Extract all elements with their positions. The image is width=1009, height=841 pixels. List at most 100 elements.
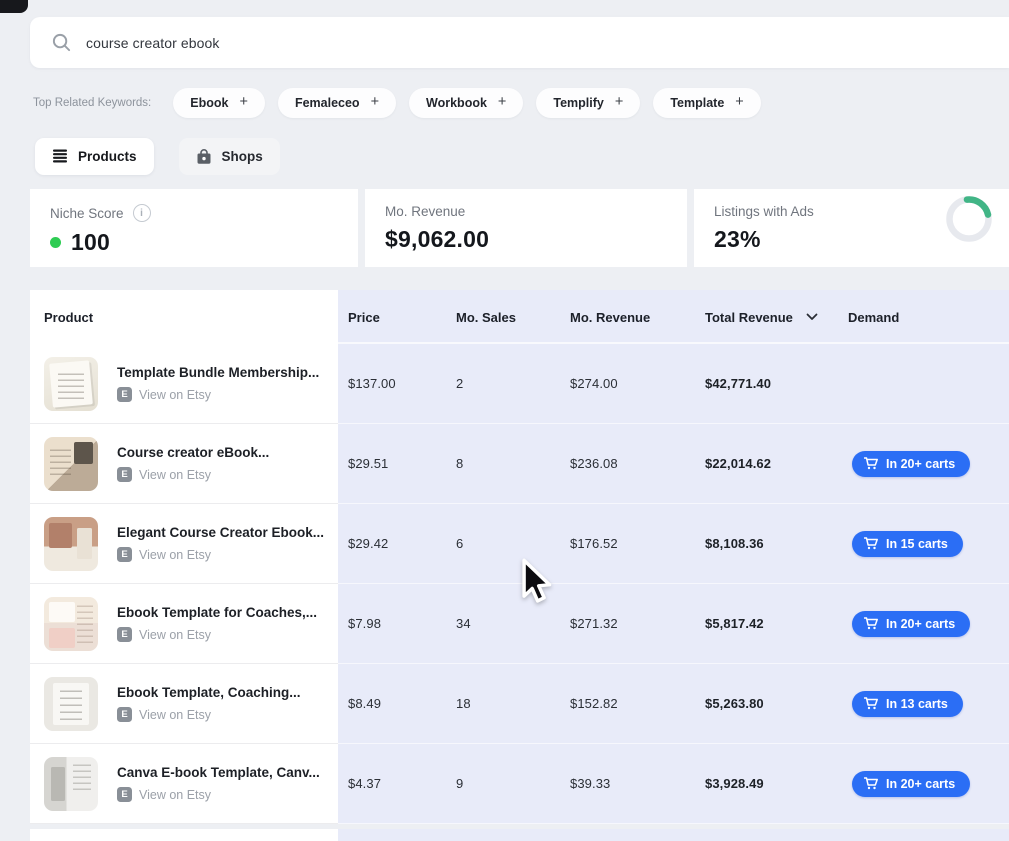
keyword-chip[interactable]: Femaleceo + bbox=[278, 88, 396, 118]
window-corner-fragment bbox=[0, 0, 28, 13]
view-on-etsy-label: View on Etsy bbox=[139, 468, 211, 482]
table-row[interactable]: Canva E-book Template, Canv... E View on… bbox=[30, 744, 1009, 824]
niche-score-card: Niche Score i 100 bbox=[30, 189, 358, 267]
product-thumbnail[interactable] bbox=[44, 517, 98, 571]
view-on-etsy-label: View on Etsy bbox=[139, 548, 211, 562]
table-row[interactable]: Elegant Course Creator Ebook... E View o… bbox=[30, 504, 1009, 584]
table-header: Product Price Mo. Sales Mo. Revenue Tota… bbox=[30, 290, 1009, 344]
view-on-etsy-label: View on Etsy bbox=[139, 628, 211, 642]
etsy-icon: E bbox=[117, 547, 132, 562]
mo-revenue-cell: $152.82 bbox=[560, 664, 695, 744]
header-mo-sales[interactable]: Mo. Sales bbox=[446, 290, 560, 344]
table-row[interactable]: Ebook Template, Coaching... E View on Et… bbox=[30, 664, 1009, 744]
demand-badge[interactable]: In 20+ carts bbox=[852, 451, 970, 477]
shopping-bag-icon bbox=[196, 148, 212, 165]
header-price[interactable]: Price bbox=[338, 290, 446, 344]
tab-shops-label: Shops bbox=[222, 149, 263, 164]
sort-desc-icon[interactable] bbox=[806, 313, 818, 321]
product-title[interactable]: Course creator eBook... bbox=[117, 445, 269, 460]
product-cell: Template Bundle Membership... E View on … bbox=[30, 344, 338, 424]
header-product[interactable]: Product bbox=[30, 290, 338, 344]
view-on-etsy-link[interactable]: E View on Etsy bbox=[117, 467, 269, 482]
demand-badge[interactable]: In 20+ carts bbox=[852, 611, 970, 637]
tab-shops[interactable]: Shops bbox=[179, 138, 280, 175]
view-on-etsy-link[interactable]: E View on Etsy bbox=[117, 547, 324, 562]
add-keyword-icon[interactable]: + bbox=[735, 95, 743, 110]
keyword-chip[interactable]: Templify + bbox=[536, 88, 640, 118]
product-title[interactable]: Ebook Template, Coaching... bbox=[117, 685, 301, 700]
search-icon bbox=[51, 32, 72, 53]
keyword-chip[interactable]: Ebook + bbox=[173, 88, 265, 118]
product-title[interactable]: Canva E-book Template, Canv... bbox=[117, 765, 320, 780]
add-keyword-icon[interactable]: + bbox=[498, 95, 506, 110]
table-row[interactable]: Template Bundle Membership... E View on … bbox=[30, 344, 1009, 424]
demand-badge[interactable]: In 13 carts bbox=[852, 691, 963, 717]
etsy-icon: E bbox=[117, 707, 132, 722]
etsy-icon: E bbox=[117, 387, 132, 402]
price-cell: $137.00 bbox=[338, 344, 446, 424]
demand-badge[interactable]: In 20+ carts bbox=[852, 771, 970, 797]
demand-badge-label: In 20+ carts bbox=[886, 617, 955, 631]
mo-sales-cell: 9 bbox=[446, 744, 560, 824]
price-cell: $29.42 bbox=[338, 504, 446, 584]
keyword-chip-label: Femaleceo bbox=[295, 96, 360, 110]
table-row[interactable]: Course creator eBook... E View on Etsy $… bbox=[30, 424, 1009, 504]
niche-score-value: 100 bbox=[71, 229, 110, 256]
price-cell: $8.49 bbox=[338, 664, 446, 744]
product-thumbnail[interactable] bbox=[44, 677, 98, 731]
add-keyword-icon[interactable]: + bbox=[615, 95, 623, 110]
product-thumbnail[interactable] bbox=[44, 357, 98, 411]
view-on-etsy-label: View on Etsy bbox=[139, 708, 211, 722]
view-on-etsy-link[interactable]: E View on Etsy bbox=[117, 787, 320, 802]
mo-sales-cell: 6 bbox=[446, 504, 560, 584]
product-thumbnail[interactable] bbox=[44, 757, 98, 811]
cart-icon bbox=[864, 457, 878, 470]
products-table: Product Price Mo. Sales Mo. Revenue Tota… bbox=[30, 290, 1009, 837]
search-input[interactable]: course creator ebook bbox=[86, 35, 220, 51]
add-keyword-icon[interactable]: + bbox=[371, 95, 379, 110]
demand-badge[interactable]: In 15 carts bbox=[852, 531, 963, 557]
mo-sales-cell: 2 bbox=[446, 344, 560, 424]
info-icon[interactable]: i bbox=[133, 204, 151, 222]
etsy-icon: E bbox=[117, 467, 132, 482]
product-title[interactable]: Template Bundle Membership... bbox=[117, 365, 319, 380]
view-on-etsy-label: View on Etsy bbox=[139, 788, 211, 802]
product-cell: Course creator eBook... E View on Etsy bbox=[30, 424, 338, 504]
product-thumbnail[interactable] bbox=[44, 597, 98, 651]
product-title[interactable]: Elegant Course Creator Ebook... bbox=[117, 525, 324, 540]
mo-sales-cell: 18 bbox=[446, 664, 560, 744]
view-tabs: Products Shops bbox=[35, 138, 280, 175]
cart-icon bbox=[864, 537, 878, 550]
demand-badge-label: In 15 carts bbox=[886, 537, 948, 551]
demand-cell: In 15 carts bbox=[838, 504, 1009, 584]
keyword-chip[interactable]: Template + bbox=[653, 88, 760, 118]
demand-badge-label: In 13 carts bbox=[886, 697, 948, 711]
mo-sales-cell: 34 bbox=[446, 584, 560, 664]
view-on-etsy-link[interactable]: E View on Etsy bbox=[117, 387, 319, 402]
product-title[interactable]: Ebook Template for Coaches,... bbox=[117, 605, 317, 620]
cart-icon bbox=[864, 617, 878, 630]
keyword-chip-label: Workbook bbox=[426, 96, 487, 110]
header-mo-revenue[interactable]: Mo. Revenue bbox=[560, 290, 695, 344]
total-revenue-cell: $3,928.49 bbox=[695, 744, 838, 824]
search-bar[interactable]: course creator ebook bbox=[30, 17, 1009, 68]
product-thumbnail[interactable] bbox=[44, 437, 98, 491]
header-demand[interactable]: Demand bbox=[838, 290, 1009, 344]
view-on-etsy-link[interactable]: E View on Etsy bbox=[117, 627, 317, 642]
mo-revenue-cell: $271.32 bbox=[560, 584, 695, 664]
table-row[interactable]: Ebook Template for Coaches,... E View on… bbox=[30, 584, 1009, 664]
keyword-chip-label: Templify bbox=[553, 96, 603, 110]
total-revenue-cell: $42,771.40 bbox=[695, 344, 838, 424]
header-total-revenue[interactable]: Total Revenue bbox=[695, 290, 838, 344]
view-on-etsy-link[interactable]: E View on Etsy bbox=[117, 707, 301, 722]
demand-cell bbox=[838, 344, 1009, 424]
add-keyword-icon[interactable]: + bbox=[239, 95, 247, 110]
related-keywords-label: Top Related Keywords: bbox=[33, 97, 151, 109]
total-revenue-cell: $22,014.62 bbox=[695, 424, 838, 504]
score-dot bbox=[50, 237, 61, 248]
demand-cell: In 20+ carts bbox=[838, 424, 1009, 504]
ads-donut-chart bbox=[946, 196, 992, 242]
cart-icon bbox=[864, 697, 878, 710]
tab-products[interactable]: Products bbox=[35, 138, 154, 175]
keyword-chip[interactable]: Workbook + bbox=[409, 88, 523, 118]
